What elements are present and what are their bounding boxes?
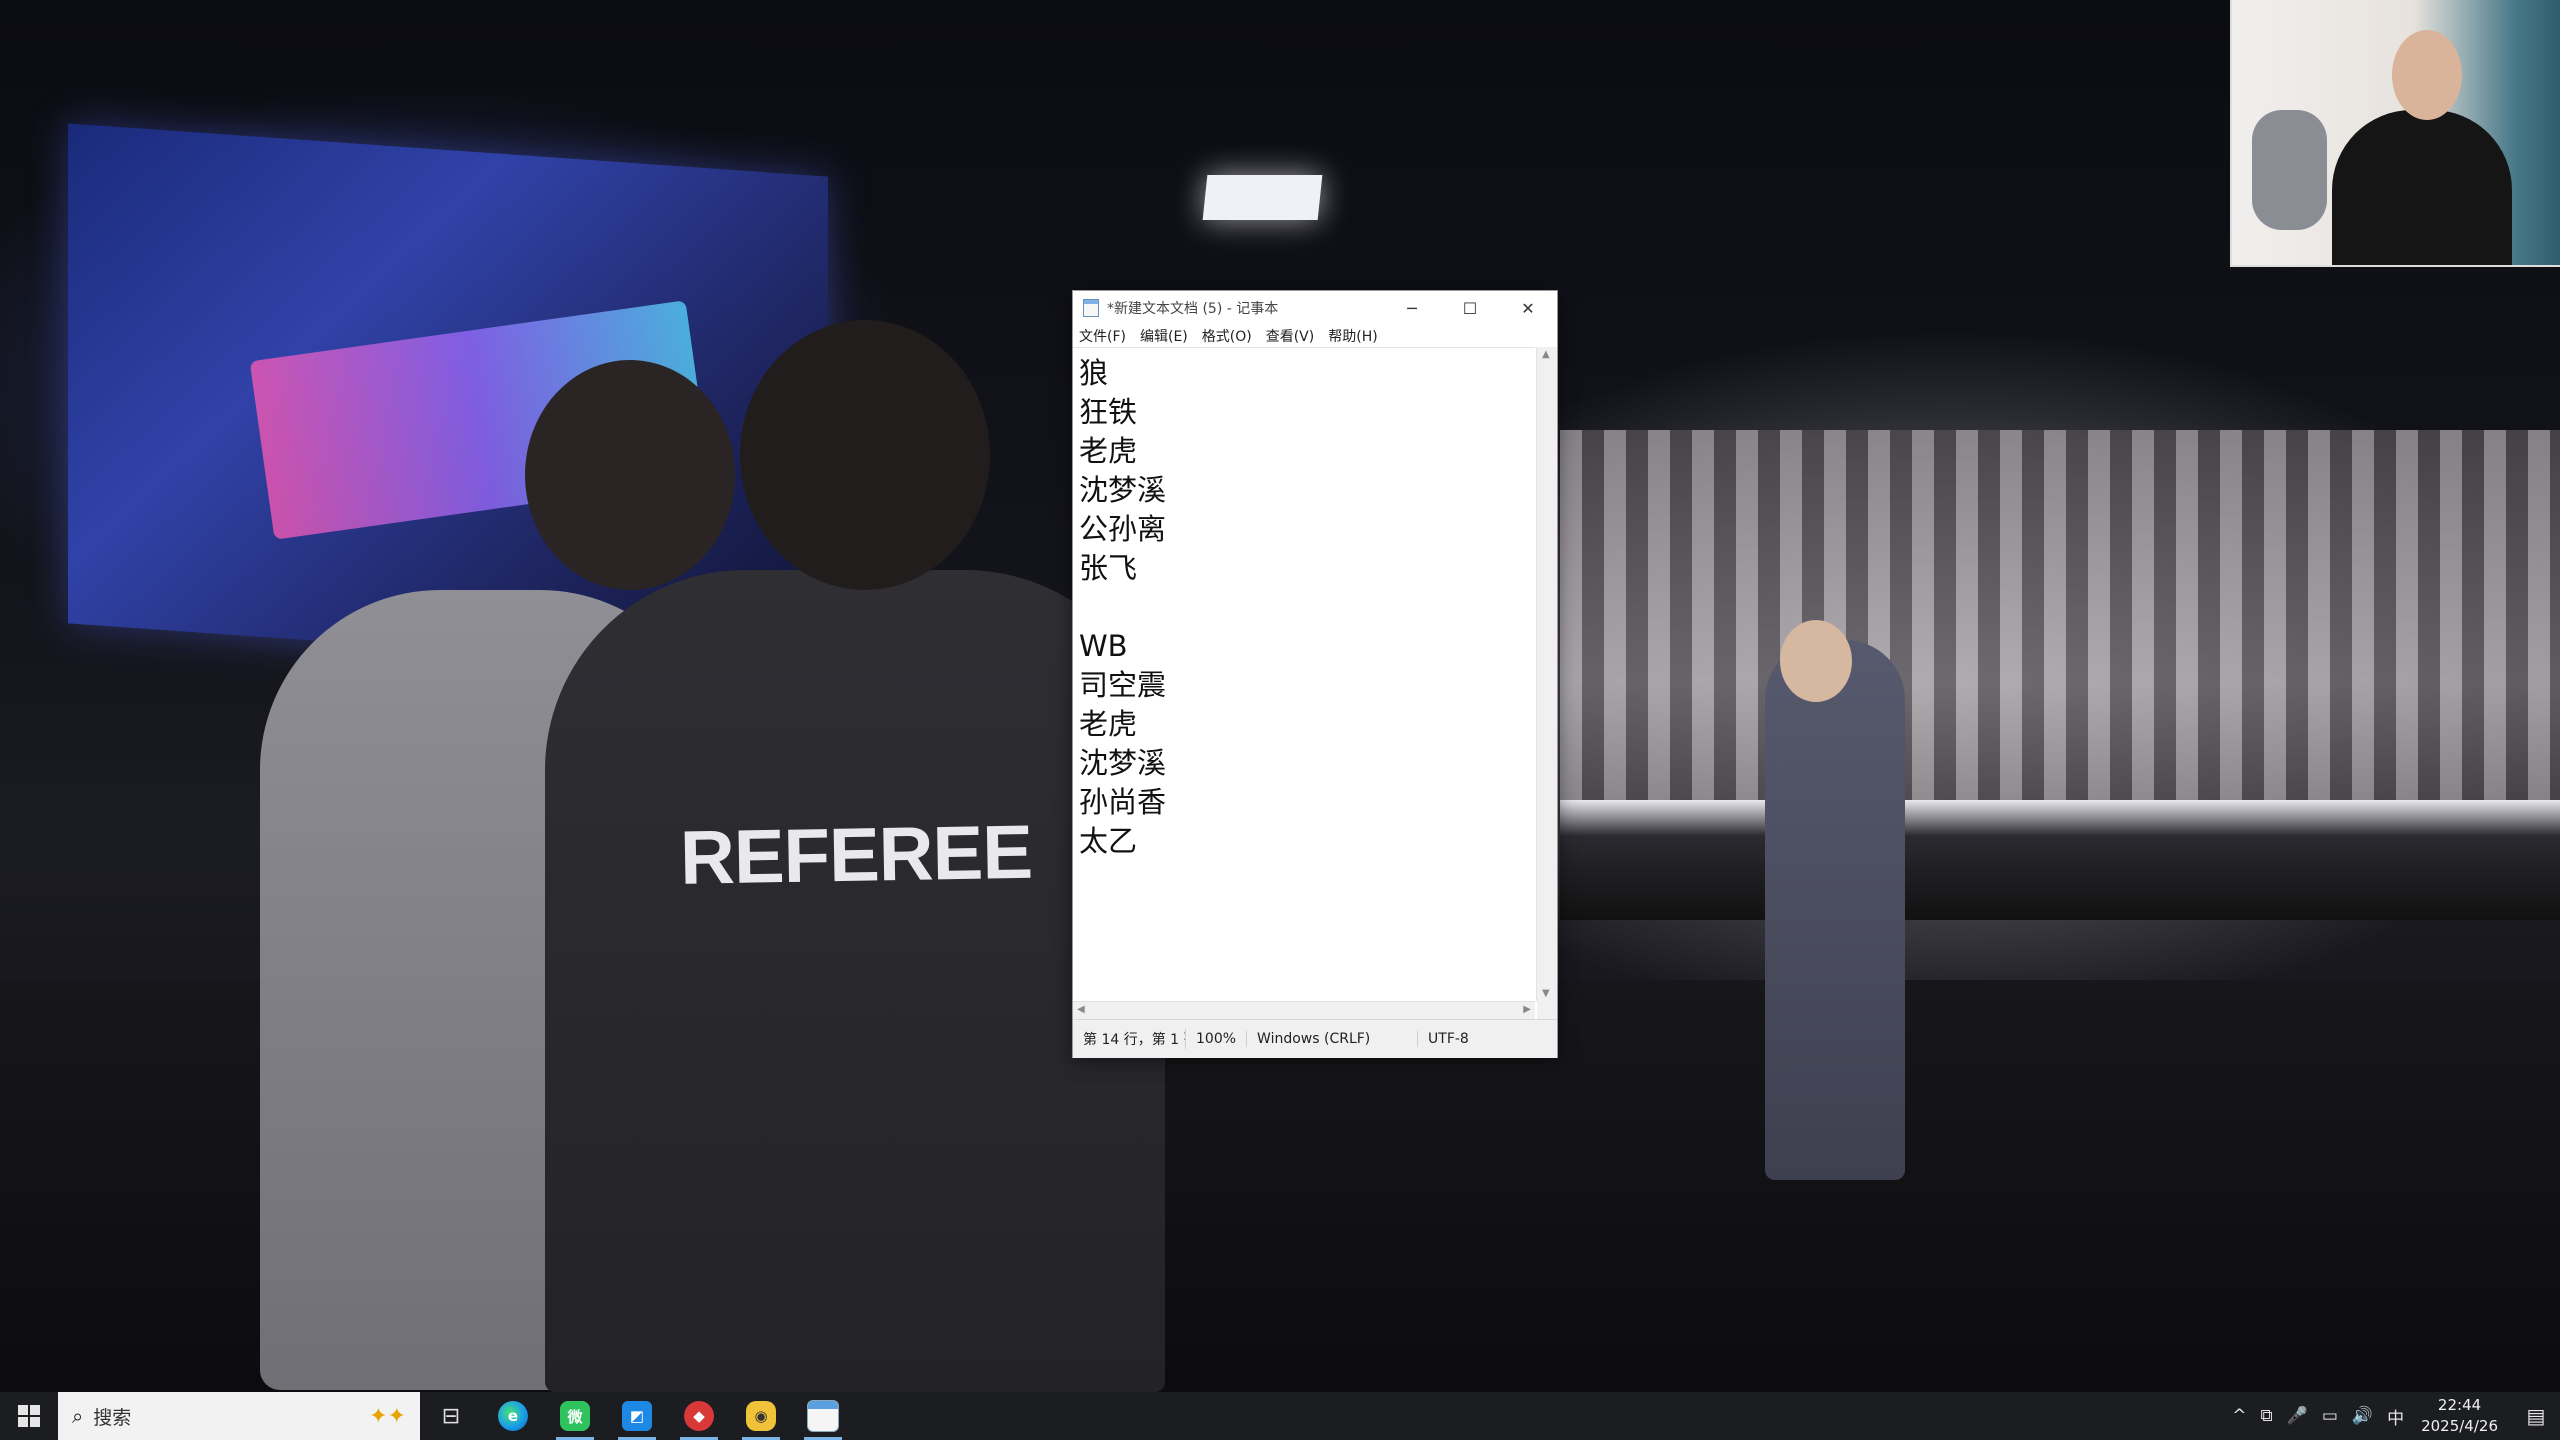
notepad-text-area[interactable]: 狼 狂铁 老虎 沈梦溪 公孙离 张飞 WB 司空震 老虎 沈梦溪 孙尚香 太乙 [1073,347,1535,1002]
close-button[interactable]: ✕ [1499,291,1557,325]
notepad-window[interactable]: *新建文本文档 (5) - 记事本 ─ ☐ ✕ 文件(F) 编辑(E) 格式(O… [1072,290,1558,1058]
wechat-taskbar-button[interactable]: 微 [544,1392,606,1440]
notepad-statusbar: 第 14 行，第 1 列 100% Windows (CRLF) UTF-8 [1073,1019,1557,1058]
start-button[interactable] [0,1392,58,1440]
edge-icon: e [498,1401,528,1431]
text-line: 沈梦溪 [1079,473,1167,507]
tool-app-icon: ◩ [622,1401,652,1431]
network-icon[interactable]: ▭ [2322,1406,2338,1426]
status-zoom: 100% [1186,1031,1248,1047]
search-highlight-icon: ✦✦ [369,1403,406,1429]
microphone-icon[interactable]: 🎤 [2287,1406,2308,1426]
text-line: 张飞 [1079,551,1138,585]
search-icon: ⌕ [72,1404,84,1428]
text-line [1079,588,1535,627]
show-hidden-icons-chevron-icon[interactable]: ^ [2232,1406,2246,1426]
video-background: REFEREE *新建文本文档 (5) - 记事本 ─ ☐ ✕ 文件(F) 编辑… [0,0,2560,1392]
menu-edit[interactable]: 编辑(E) [1140,326,1188,346]
person-grey-head [525,360,735,590]
red-app-taskbar-button[interactable]: ◆ [668,1392,730,1440]
clock-date: 2025/4/26 [2421,1417,2498,1435]
text-line: 狼 [1079,356,1109,390]
volume-icon[interactable]: 🔊 [2352,1406,2373,1426]
notepad-icon [807,1400,839,1432]
owl-app-icon: ◉ [746,1401,776,1431]
notepad-menubar: 文件(F) 编辑(E) 格式(O) 查看(V) 帮助(H) [1073,325,1557,347]
scroll-up-icon[interactable]: ▲ [1542,349,1550,360]
notepad-title: *新建文本文档 (5) - 记事本 [1107,301,1279,317]
status-cursor-position: 第 14 行，第 1 列 [1073,1029,1186,1049]
webcam-streamer-body [2332,110,2512,265]
taskbar: ⌕ 搜索 ✦✦ ⊟ e 微 ◩ ◆ ◉ ^ ⧉ 🎤 ▭ 🔊 中 22:44 20… [0,1392,2560,1440]
notepad-titlebar[interactable]: *新建文本文档 (5) - 记事本 ─ ☐ ✕ [1073,291,1557,325]
ceiling-light [1202,175,1323,220]
text-line: 司空震 [1079,668,1167,702]
status-encoding: UTF-8 [1428,1031,1469,1047]
notepad-text[interactable]: 狼 狂铁 老虎 沈梦溪 公孙离 张飞 WB 司空震 老虎 沈梦溪 孙尚香 太乙 [1073,348,1535,861]
edge-taskbar-button[interactable]: e [482,1392,544,1440]
status-line-ending: Windows (CRLF) [1247,1031,1419,1047]
input-method-indicator[interactable]: 中 [2387,1404,2404,1429]
text-line: 孙尚香 [1079,785,1167,819]
host-person [1765,640,1905,1180]
search-placeholder: 搜索 [93,1406,132,1429]
system-tray: ^ ⧉ 🎤 ▭ 🔊 中 22:44 2025/4/26 ▤ [2225,1392,2560,1440]
menu-view[interactable]: 查看(V) [1266,326,1315,346]
task-view-button[interactable]: ⊟ [420,1392,482,1440]
scrollbar-corner [1537,1001,1557,1019]
audience-crowd [1560,430,2560,850]
text-line: 老虎 [1079,434,1138,468]
webcam-streamer-head [2392,30,2462,120]
text-line: 老虎 [1079,707,1138,741]
scroll-right-icon[interactable]: ▶ [1523,1004,1531,1015]
vertical-scrollbar[interactable]: ▲ ▼ [1536,347,1557,1001]
maximize-button[interactable]: ☐ [1441,291,1499,325]
scroll-down-icon[interactable]: ▼ [1542,988,1550,999]
referee-head [740,320,990,590]
notepad-taskbar-button[interactable] [792,1392,854,1440]
webcam-plush-toy [2252,110,2327,230]
clock-time: 22:44 [2437,1396,2482,1414]
menu-format[interactable]: 格式(O) [1202,326,1252,346]
minimize-button[interactable]: ─ [1383,291,1441,325]
tool-taskbar-button[interactable]: ◩ [606,1392,668,1440]
player-desk [1560,800,2560,920]
red-app-icon: ◆ [684,1401,714,1431]
scroll-left-icon[interactable]: ◀ [1077,1004,1085,1015]
owl-app-taskbar-button[interactable]: ◉ [730,1392,792,1440]
wechat-icon: 微 [560,1401,590,1431]
taskbar-search-box[interactable]: ⌕ 搜索 ✦✦ [58,1392,420,1440]
text-line: WB [1079,629,1128,663]
text-line: 太乙 [1079,824,1138,858]
notepad-app-icon [1083,299,1099,317]
taskbar-clock[interactable]: 22:44 2025/4/26 [2421,1395,2498,1437]
notification-center-icon[interactable]: ▤ [2512,1392,2560,1440]
tray-app-icon[interactable]: ⧉ [2261,1406,2273,1426]
windows-logo-icon [18,1405,40,1427]
text-line: 沈梦溪 [1079,746,1167,780]
webcam-overlay [2230,0,2560,267]
text-line: 狂铁 [1079,395,1138,429]
text-line: 公孙离 [1079,512,1167,546]
referee-jersey-text: REFEREE [679,809,1033,901]
menu-file[interactable]: 文件(F) [1079,326,1126,346]
task-view-icon: ⊟ [441,1403,461,1429]
host-head [1780,620,1852,702]
menu-help[interactable]: 帮助(H) [1328,326,1377,346]
horizontal-scrollbar[interactable]: ◀ ▶ [1073,1001,1535,1020]
